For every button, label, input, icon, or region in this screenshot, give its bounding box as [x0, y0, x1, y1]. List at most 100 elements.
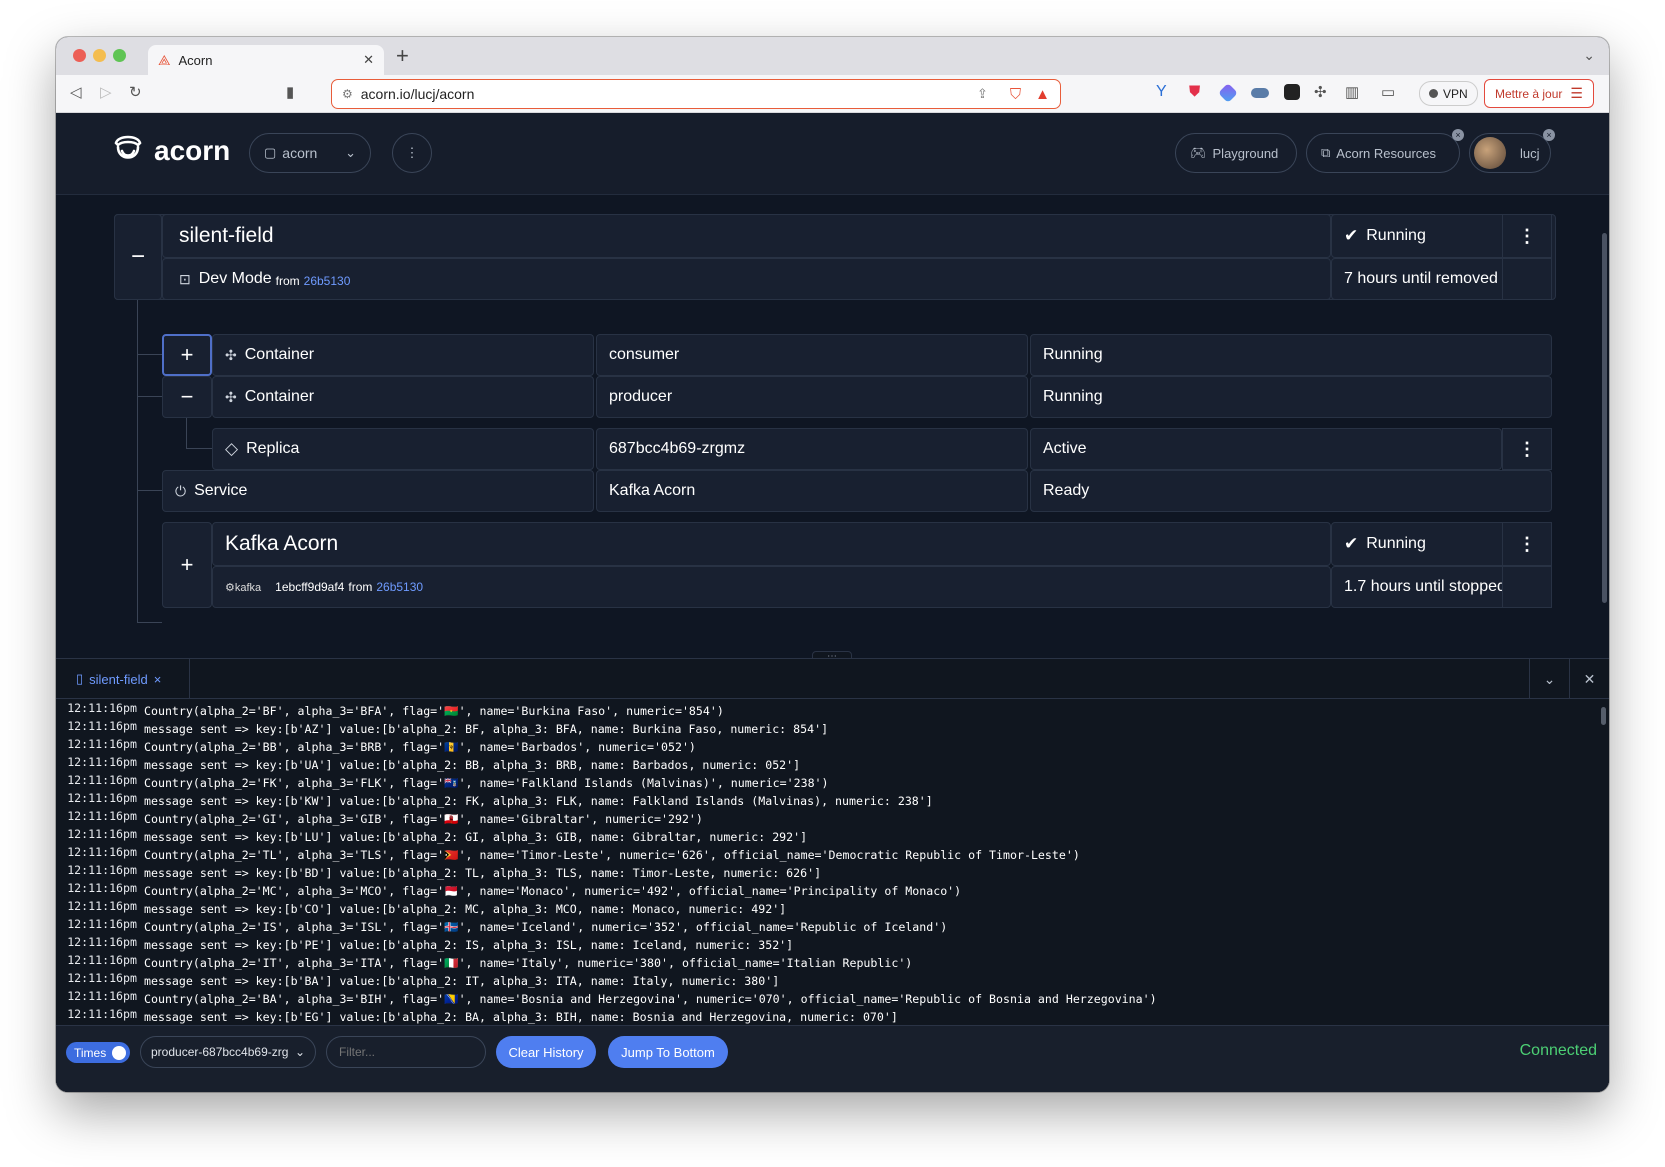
acorn-logo[interactable]: acorn: [108, 129, 230, 173]
filter-input[interactable]: [326, 1036, 486, 1068]
jump-to-bottom-button[interactable]: Jump To Bottom: [608, 1036, 728, 1068]
new-tab-button[interactable]: +: [396, 45, 409, 67]
back-icon[interactable]: ◁: [70, 84, 82, 102]
share-icon[interactable]: ⇪: [977, 86, 988, 102]
update-button[interactable]: Mettre à jour ☰: [1484, 79, 1594, 108]
playground-button[interactable]: 🎮︎ Playground: [1175, 133, 1297, 173]
content-scrollbar[interactable]: [1602, 233, 1607, 603]
acorn-favicon-icon: ⟁: [158, 51, 171, 68]
collapse-container-producer-button[interactable]: −: [162, 376, 212, 418]
dismiss-icon[interactable]: ×: [1543, 129, 1555, 141]
sidebar-icon[interactable]: ▥: [1345, 84, 1359, 102]
reload-icon[interactable]: ↻: [129, 84, 142, 102]
times-label: Times: [74, 1045, 107, 1060]
from-label: from: [275, 273, 300, 288]
drawer-tabs: ▯ silent-field × ⌄ ✕: [56, 659, 1609, 699]
vpn-button[interactable]: VPN: [1419, 81, 1478, 106]
close-window-button[interactable]: [73, 49, 86, 62]
external-link-icon: ⧉: [1321, 145, 1331, 160]
forward-icon[interactable]: ▷: [100, 84, 112, 102]
chevron-down-icon: ⌄: [345, 145, 356, 160]
tree-line: [137, 490, 162, 491]
log-timestamp: 12:11:16pm: [67, 702, 137, 715]
commit-link[interactable]: 26b5130: [304, 274, 351, 288]
from-label: from: [348, 580, 373, 594]
log-scrollbar[interactable]: [1601, 707, 1606, 725]
log-message: Country(alpha_2='FK', alpha_3='FLK', fla…: [144, 776, 829, 790]
minimize-drawer-button[interactable]: ⌄: [1529, 659, 1569, 699]
row-state-cell: Active: [1030, 428, 1502, 470]
log-message: Country(alpha_2='IS', alpha_3='ISL', fla…: [144, 920, 948, 934]
browser-tab[interactable]: ⟁ Acorn ✕: [148, 45, 384, 75]
extension-dark-icon[interactable]: [1284, 84, 1300, 100]
row-name-cell: Kafka Acorn: [596, 470, 1028, 512]
row-state-cell: Running: [1030, 376, 1552, 418]
expand-container-consumer-button[interactable]: +: [162, 334, 212, 376]
log-message: Country(alpha_2='BF', alpha_3='BFA', fla…: [144, 704, 724, 718]
log-line: 12:11:16pm Country(alpha_2='IS', alpha_3=…: [56, 917, 1601, 936]
user-menu-button[interactable]: lucj ×: [1469, 129, 1555, 173]
browser-tab-title: Acorn: [178, 52, 213, 68]
address-bar[interactable]: ⚙ acorn.io/lucj/acorn ⇪ ⛉ ▲: [331, 79, 1061, 109]
log-message: message sent => key:[b'LU'] value:[b'alp…: [144, 830, 808, 844]
browser-toolbar: ◁ ▷ ↻ ▮ ⚙ acorn.io/lucj/acorn ⇪ ⛉ ▲ Y ⛊ …: [56, 75, 1609, 113]
row-state: Active: [1043, 440, 1087, 457]
logo-text: acorn: [154, 135, 231, 166]
log-timestamp: 12:11:16pm: [67, 755, 137, 769]
log-message: Country(alpha_2='GI', alpha_3='GIB', fla…: [144, 812, 703, 826]
log-line: 12:11:16pm Country(alpha_2='BB', alpha_3=…: [56, 737, 1601, 756]
zoom-window-button[interactable]: [113, 49, 126, 62]
acorn-resources-button[interactable]: ⧉ Acorn Resources ×: [1306, 129, 1464, 173]
tree-line: [186, 448, 212, 449]
row-type: Container: [244, 346, 315, 363]
dismiss-icon[interactable]: ×: [1452, 129, 1464, 141]
tab-silent-field[interactable]: ▯ silent-field ×: [56, 659, 190, 699]
clear-history-button[interactable]: Clear History: [496, 1036, 596, 1068]
extension-gem-icon[interactable]: [1218, 83, 1238, 103]
extensions-puzzle-icon[interactable]: ✣: [1314, 84, 1327, 102]
log-timestamp: 12:11:16pm: [67, 953, 137, 967]
app-tree: − silent-field ✔ Running ⋮ ⊡ Dev Mode fro…: [56, 196, 1609, 657]
log-message: Country(alpha_2='BB', alpha_3='BRB', fla…: [144, 740, 696, 754]
minimize-window-button[interactable]: [93, 49, 106, 62]
brave-rewards-icon[interactable]: ▲: [1035, 86, 1050, 103]
close-icon[interactable]: ×: [154, 672, 162, 687]
site-settings-icon[interactable]: ⚙: [342, 87, 353, 101]
app-menu-button[interactable]: ⋮: [1502, 214, 1552, 258]
row-name: producer: [609, 388, 673, 405]
folder-icon: ▢: [264, 145, 277, 160]
commit-link[interactable]: 26b5130: [376, 580, 423, 594]
close-drawer-button[interactable]: ✕: [1569, 659, 1609, 699]
kafka-menu-button[interactable]: ⋮: [1502, 522, 1552, 566]
extension-cloud-icon[interactable]: [1251, 88, 1269, 98]
expand-kafka-button[interactable]: +: [162, 522, 212, 608]
workspace-select[interactable]: ▢ acorn ⌄: [249, 133, 371, 173]
app-name[interactable]: silent-field: [162, 214, 1331, 258]
log-message: message sent => key:[b'AZ'] value:[b'alp…: [144, 722, 829, 736]
close-tab-icon[interactable]: ✕: [363, 52, 374, 68]
app-name-text: silent-field: [179, 224, 274, 247]
row-type-cell: ⏻ Service: [162, 470, 594, 512]
pocket-icon[interactable]: ⛊: [1189, 83, 1207, 101]
tree-line: [137, 396, 162, 397]
tab-list-chevron-icon[interactable]: ⌄: [1583, 47, 1595, 64]
resources-label: Acorn Resources: [1336, 145, 1437, 161]
replica-icon: ◇: [225, 439, 239, 458]
times-toggle[interactable]: Times: [66, 1042, 131, 1063]
extension-y-icon[interactable]: Y: [1156, 83, 1174, 101]
bookmark-icon[interactable]: ▮: [286, 84, 294, 102]
collapse-app-button[interactable]: −: [114, 214, 162, 300]
toggle-knob: [112, 1045, 127, 1060]
acorn-logo-icon: [114, 135, 142, 159]
app-name[interactable]: Kafka Acorn: [212, 522, 1331, 566]
pod-select[interactable]: producer-687bcc4b69-zrgmz ⌄: [140, 1036, 316, 1068]
brave-shields-icon[interactable]: ⛉: [1010, 86, 1021, 103]
replica-menu-button[interactable]: ⋮: [1502, 428, 1552, 470]
wallet-icon[interactable]: ▭: [1381, 84, 1395, 102]
log-line: 12:11:16pm Country(alpha_2='TL', alpha_3=…: [56, 845, 1601, 864]
workspace-menu-button[interactable]: ⋮: [392, 133, 432, 173]
playground-label: Playground: [1212, 145, 1279, 161]
log-message: message sent => key:[b'UA'] value:[b'alp…: [144, 758, 801, 772]
toggle-glyph: +: [180, 342, 194, 367]
log-line: 12:11:16pm message sent => key:[b'KW'] va…: [56, 791, 1601, 810]
